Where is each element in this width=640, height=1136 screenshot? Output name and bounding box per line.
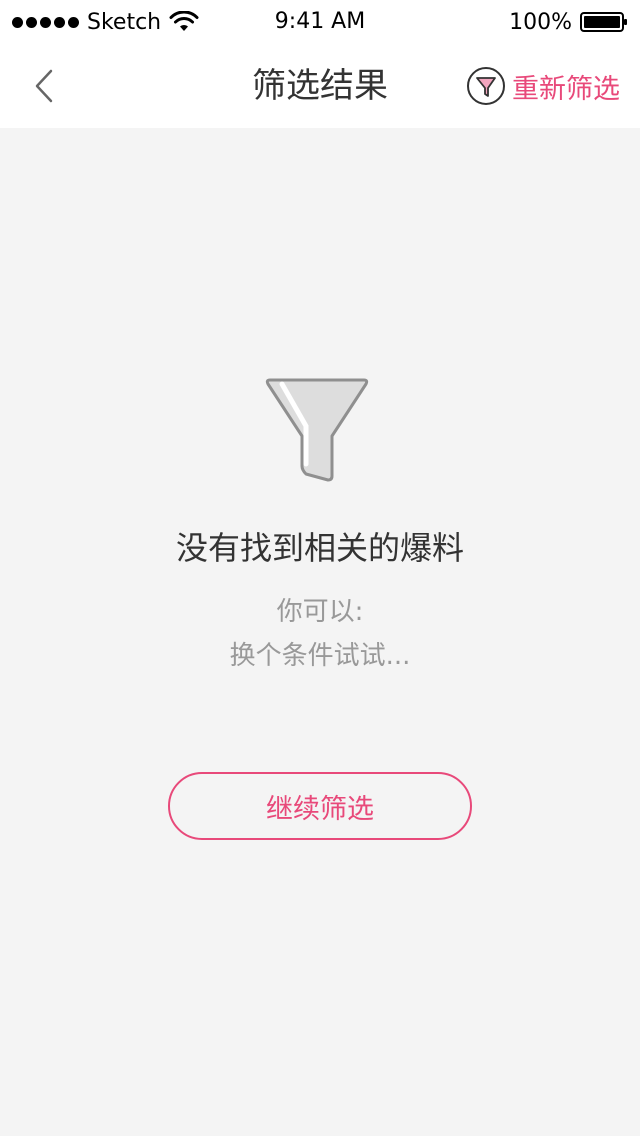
filter-icon: [467, 67, 505, 105]
page-title: 筛选结果: [252, 66, 388, 106]
continue-filter-button[interactable]: 继续筛选: [168, 772, 472, 840]
empty-hint: 你可以: 换个条件试试...: [0, 590, 640, 678]
status-bar: Sketch 9:41 AM 100%: [0, 0, 640, 44]
refilter-label: 重新筛选: [512, 73, 620, 105]
chevron-left-icon: [35, 69, 53, 103]
empty-hint-line1: 你可以:: [276, 597, 364, 627]
battery-percent: 100%: [509, 9, 572, 35]
empty-title: 没有找到相关的爆料: [175, 529, 464, 567]
funnel-icon: [265, 378, 369, 482]
refilter-button[interactable]: 重新筛选: [466, 64, 620, 108]
back-button[interactable]: [18, 60, 70, 112]
nav-bar: 筛选结果 重新筛选: [0, 44, 640, 128]
status-right: 100%: [509, 8, 628, 36]
battery-icon: [580, 12, 627, 32]
empty-hint-line2: 换个条件试试...: [229, 641, 411, 671]
